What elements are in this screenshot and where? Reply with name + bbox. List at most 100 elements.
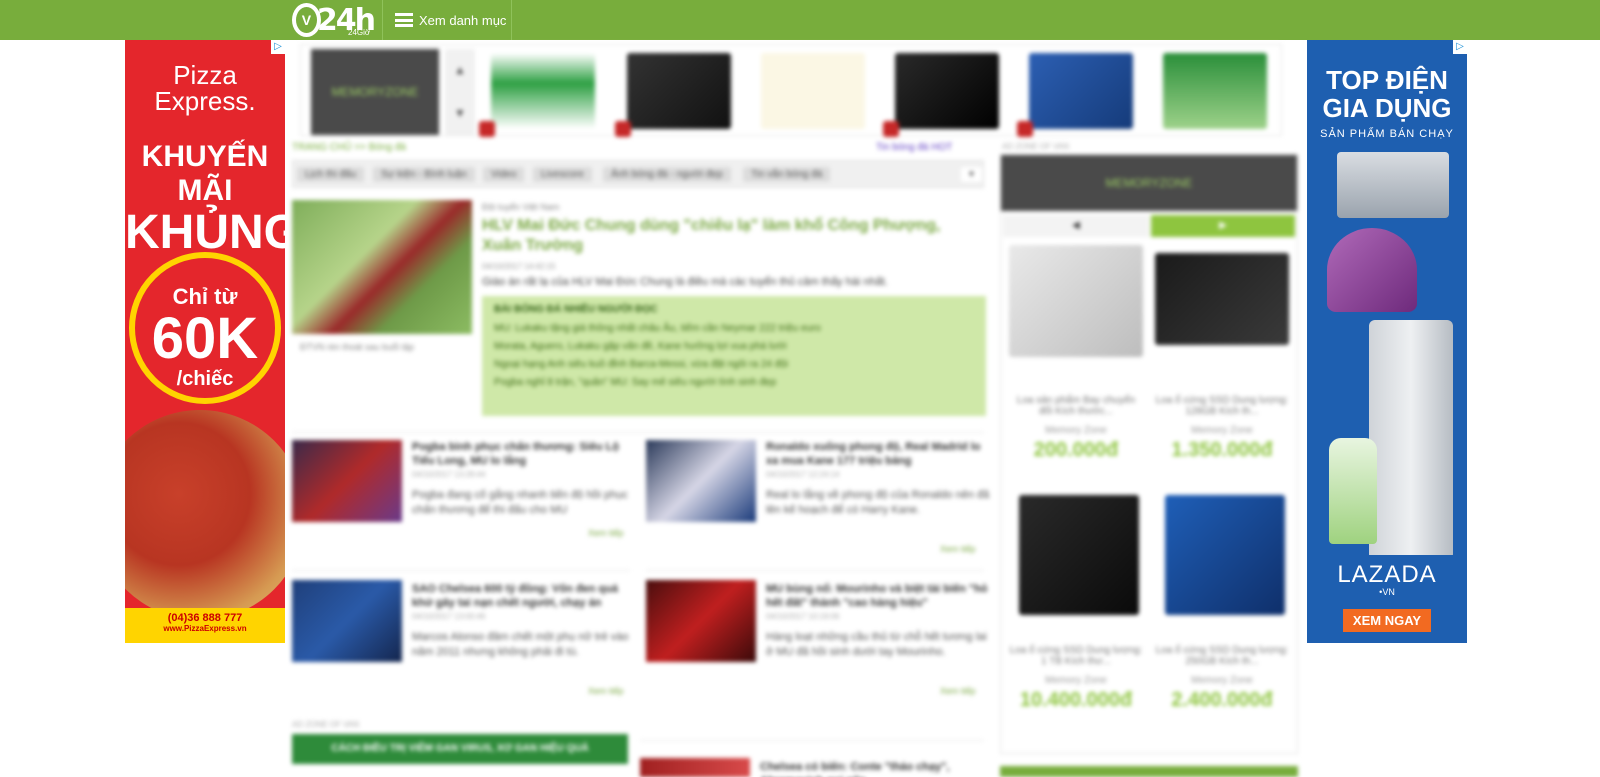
subnav-item[interactable]: Ảnh bóng đá - người đẹp: [603, 167, 731, 182]
ad-promo: KHUYẾN MÃI KHỦNG: [125, 140, 285, 258]
strip-product[interactable]: [615, 53, 731, 137]
news-thumbnail[interactable]: [292, 440, 402, 522]
right-skyscraper-ad[interactable]: ▷ TOP ĐIỆN GIA DỤNG SẢN PHẨM BÁN CHẠY LA…: [1307, 40, 1467, 643]
news-desc: Pogba đang cố gắng nhanh tiến độ hồi phụ…: [412, 489, 628, 516]
breadcrumb[interactable]: TRANG CHỦ >> Bóng đá: [292, 142, 406, 153]
product-banner-strip[interactable]: MEMORYZONE ▲ ▼: [300, 44, 1282, 137]
memoryzone-logo: MEMORYZONE: [311, 49, 439, 135]
product-name[interactable]: Loa ổ cứng SSD Dung lượng: 250GB Kích th…: [1155, 645, 1289, 667]
subnav-item[interactable]: Sự kiện - Bình luận: [373, 167, 475, 182]
related-item[interactable]: Ngoại hạng Anh siêu kuồ đỉnh Barca-Messi…: [494, 359, 974, 370]
ad-brand: Pizza Express.: [154, 60, 256, 116]
site-logo[interactable]: V 24h 24Giờ: [292, 2, 376, 38]
side-green-bar: [1000, 766, 1298, 777]
product-name[interactable]: Loa ổ cứng SSD Dung lượng: 1 TB Kích thư…: [1009, 645, 1143, 667]
side-prev-button[interactable]: ◀: [1003, 215, 1149, 237]
ad-zone-label: AD ZONE OF VAN: [1002, 142, 1069, 151]
news-thumbnail[interactable]: [646, 440, 756, 522]
product-shop: Memory Zone: [1045, 675, 1107, 686]
news-title[interactable]: SAO Chelsea 600 tỷ đồng: Vốn đen quá khứ…: [412, 582, 638, 610]
subnav-item[interactable]: Lịch thi đấu: [297, 167, 365, 182]
related-item[interactable]: Morata, Aguero, Lukaku gặp vấn đề, Kane …: [494, 341, 974, 352]
hamburger-icon: [395, 13, 413, 27]
news-title[interactable]: MU bùng nổ: Mourinho và biệt tài biến "h…: [766, 582, 992, 610]
product-image[interactable]: [1165, 495, 1285, 615]
product-name[interactable]: Loa sản phẩm Bay chuyển đổi Kích thước..…: [1009, 395, 1143, 417]
adchoices-icon[interactable]: ▷: [1453, 40, 1467, 54]
news-time: 04/10/2017 10:19:06: [766, 612, 840, 621]
strip-arrows[interactable]: ▲ ▼: [445, 49, 475, 135]
left-skyscraper-ad[interactable]: ▷ Pizza Express. KHUYẾN MÃI KHỦNG Chỉ từ…: [125, 40, 285, 643]
arrow-up-icon[interactable]: ▲: [445, 49, 475, 92]
feature-title[interactable]: HLV Mai Đức Chung dùng "chiêu lạ" làm kh…: [482, 216, 982, 256]
read-more-link[interactable]: Xem tiếp: [940, 544, 976, 554]
news-desc: Real lo lắng về phong độ của Ronaldo nên…: [766, 489, 990, 516]
ad-phone: (04)36 888 777 www.PizzaExpress.vn: [125, 608, 285, 643]
product-shop: Memory Zone: [1191, 425, 1253, 436]
related-item[interactable]: MU: Lukaku tặng giá thông nhất châu Âu, …: [494, 323, 974, 334]
product-image[interactable]: [1155, 253, 1289, 345]
prev-arrow-icon: ◀: [1072, 220, 1080, 231]
category-menu-button[interactable]: Xem danh mục: [382, 0, 512, 40]
read-more-link[interactable]: Xem tiếp: [588, 686, 624, 696]
divider: [292, 570, 630, 571]
news-time: 04/10/2017 13:28:44: [412, 470, 486, 479]
subnav-item[interactable]: Livescore: [533, 167, 592, 182]
lazada-block: LAZADA •VN XEM NGAY: [1307, 555, 1467, 643]
product-shop: Memory Zone: [1045, 425, 1107, 436]
product-name[interactable]: Loa ổ cứng SSD Dung lượng: 128GB Kích th…: [1155, 395, 1289, 417]
phone-number: (04)36 888 777: [167, 612, 243, 624]
strip-product[interactable]: [761, 53, 865, 129]
product-price: 1.350.000đ: [1171, 439, 1273, 461]
health-ad-banner[interactable]: CÁCH ĐIỀU TRỊ VIÊM GAN VIRUS, XƠ GAN HIỆ…: [292, 734, 628, 764]
microwave-image: [1337, 152, 1449, 218]
strip-product[interactable]: [883, 53, 999, 137]
product-image[interactable]: [1019, 495, 1139, 615]
news-time: 04/10/2017 12:24:14: [766, 470, 840, 479]
strip-product[interactable]: [1017, 53, 1133, 137]
divider: [292, 432, 984, 433]
feature-time: 04/10/2017 14:42:15: [482, 262, 556, 271]
news-time: 04/10/2017 13:00:46: [412, 612, 486, 621]
product-image[interactable]: [1009, 245, 1143, 357]
read-more-link[interactable]: Xem tiếp: [940, 686, 976, 696]
strip-product[interactable]: [1163, 53, 1267, 129]
product-price: 200.000đ: [1033, 439, 1119, 461]
news-thumbnail[interactable]: [646, 580, 756, 662]
logo-subtext: 24Giờ: [348, 28, 371, 37]
badge-unit: /chiếc: [176, 368, 234, 390]
subnav: Lịch thi đấu Sự kiện - Bình luận Video L…: [292, 160, 984, 188]
logo-mark: V: [301, 12, 312, 28]
side-next-button[interactable]: ▶: [1151, 215, 1295, 237]
news-title[interactable]: Pogba bình phục chấn thương: Siêu Lộ Tiể…: [412, 440, 638, 468]
product-price: 10.400.000đ: [1019, 689, 1133, 711]
related-item[interactable]: Pogba nghỉ 8 trận, "quân" MU: Say mê siê…: [494, 377, 974, 388]
ad-zone-label: AD ZONE OF VAN: [292, 720, 359, 729]
ad-headline-2: GIA DỤNG: [1322, 93, 1452, 123]
subnav-item[interactable]: Tin vắn bóng đá: [743, 167, 831, 182]
price-badge: Chỉ từ 60K /chiếc: [129, 252, 281, 404]
news-thumbnail[interactable]: [292, 580, 402, 662]
feature-image[interactable]: [292, 200, 472, 334]
subnav-more-icon[interactable]: ▾: [961, 167, 983, 182]
read-more-link[interactable]: Xem tiếp: [588, 528, 624, 538]
memoryzone-side-ad[interactable]: MEMORYZONE ◀ ▶ Loa sản phẩm Bay chuyển đ…: [1000, 154, 1298, 754]
hot-news-link[interactable]: Tin bóng đá HOT: [876, 142, 952, 153]
lazada-suffix: •VN: [1379, 587, 1395, 597]
adchoices-icon[interactable]: ▷: [271, 40, 285, 54]
top-navbar: V 24h 24Giờ Xem danh mục: [0, 0, 1600, 40]
shop-now-button[interactable]: XEM NGAY: [1342, 609, 1432, 632]
subnav-item[interactable]: Video: [483, 167, 525, 182]
feature-category[interactable]: Đội tuyển Việt Nam: [482, 202, 559, 212]
news-thumbnail[interactable]: [640, 758, 750, 777]
arrow-down-icon[interactable]: ▼: [445, 92, 475, 135]
badge-value: 60K: [151, 306, 259, 371]
strip-product[interactable]: [479, 53, 595, 137]
fridge-image: [1369, 320, 1453, 560]
pizza-image: [125, 410, 285, 620]
gift-icon: [479, 121, 495, 137]
news-title[interactable]: Chelsea có biến: Conte "tháo chạy", Abra…: [760, 760, 986, 777]
ad-site: www.PizzaExpress.vn: [163, 624, 247, 633]
news-title[interactable]: Ronaldo xuống phong độ, Real Madrid lo x…: [766, 440, 992, 468]
iron-image: [1327, 228, 1417, 312]
